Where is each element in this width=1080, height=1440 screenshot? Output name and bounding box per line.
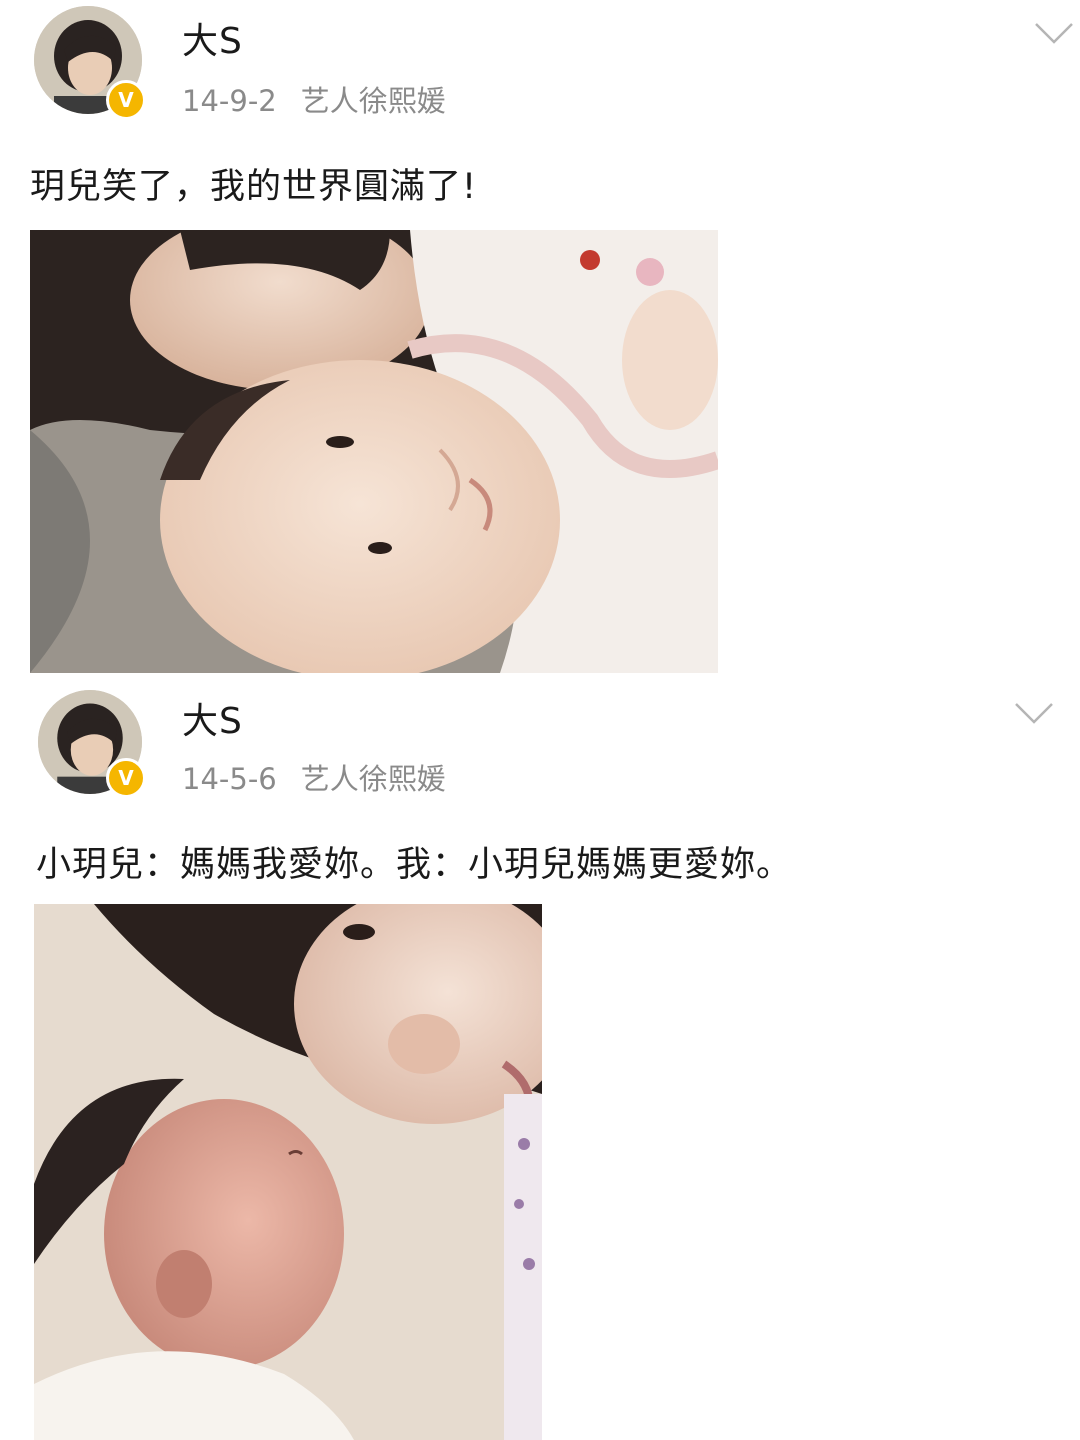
post-meta: 14-5-6 艺人徐熙媛	[182, 756, 446, 798]
post-text: 小玥兒：媽媽我愛妳。我：小玥兒媽媽更愛妳。	[36, 845, 793, 885]
post-source: 艺人徐熙媛	[300, 84, 446, 118]
author-name[interactable]: 大S	[182, 12, 243, 64]
chevron-down-icon[interactable]	[1034, 20, 1074, 46]
verified-badge-icon: V	[106, 80, 146, 120]
post-photo[interactable]	[30, 230, 718, 673]
mother-baby-selfie-image	[30, 230, 718, 673]
weibo-post: V 大S 14-9-2 艺人徐熙媛 玥兒笑了，我的世界圓滿了!	[0, 0, 1080, 690]
post-date: 14-5-6	[182, 762, 277, 796]
post-meta: 14-9-2 艺人徐熙媛	[182, 78, 446, 120]
author-name[interactable]: 大S	[182, 692, 243, 744]
chevron-down-icon[interactable]	[1014, 700, 1054, 726]
mother-newborn-image	[34, 904, 542, 1440]
weibo-post: V 大S 14-5-6 艺人徐熙媛 小玥兒：媽媽我愛妳。我：小玥兒媽媽更愛妳。	[0, 682, 1080, 1440]
post-text: 玥兒笑了，我的世界圓滿了!	[30, 167, 478, 207]
post-date: 14-9-2	[182, 84, 277, 118]
verified-badge-icon: V	[106, 758, 146, 798]
post-photo[interactable]	[34, 904, 542, 1440]
post-source: 艺人徐熙媛	[300, 762, 446, 796]
